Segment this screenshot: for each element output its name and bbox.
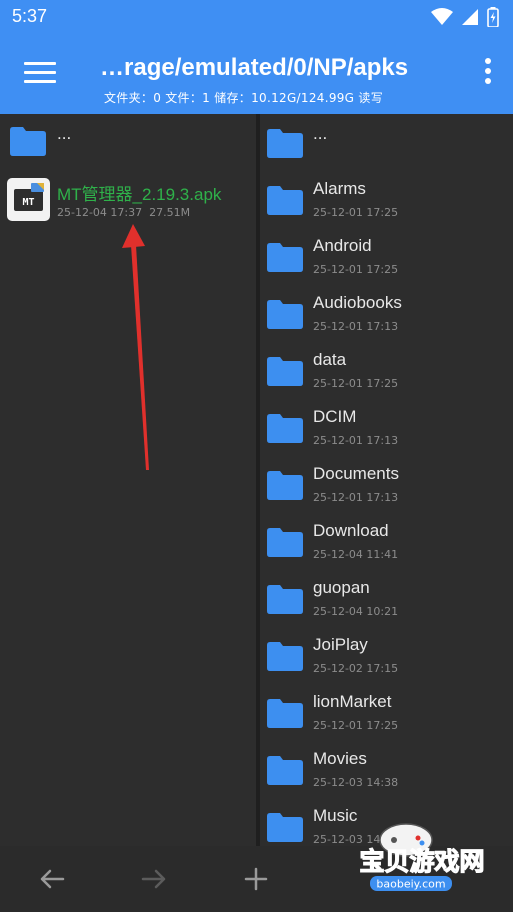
folder-date: 25-12-03 14:38 (313, 833, 399, 846)
folder-row[interactable]: lionMarket 25-12-01 17:25 (260, 684, 513, 741)
folder-date: 25-12-02 17:15 (313, 662, 399, 675)
folder-row[interactable]: Movies 25-12-03 14:38 (260, 741, 513, 798)
folder-name: Music (313, 806, 358, 825)
file-name: MT管理器_2.19.3.apk (57, 185, 222, 204)
file-meta: 25-12-04 17:37 27.51M (57, 206, 190, 219)
folder-row[interactable]: Android 25-12-01 17:25 (260, 228, 513, 285)
folder-name: JoiPlay (313, 635, 368, 654)
file-row[interactable]: MT MT管理器_2.19.3.apk 25-12-04 17:37 27.51… (0, 114, 256, 229)
folder-icon (267, 528, 303, 557)
status-bar: 5:37 (0, 0, 513, 36)
folder-date: 25-12-01 17:13 (313, 434, 399, 447)
folder-row[interactable]: Audiobooks 25-12-01 17:13 (260, 285, 513, 342)
menu-button[interactable] (24, 62, 56, 88)
folder-date: 25-12-03 14:38 (313, 776, 399, 789)
folder-row[interactable]: DCIM 25-12-01 17:13 (260, 399, 513, 456)
folder-date: 25-12-01 17:25 (313, 206, 399, 219)
bottom-toolbar (0, 846, 513, 912)
battery-charging-icon (487, 7, 499, 27)
hamburger-menu-icon (24, 62, 56, 65)
folder-name: Android (313, 236, 372, 255)
parent-directory-label: ... (313, 124, 328, 143)
folder-date: 25-12-04 11:41 (313, 548, 399, 561)
status-time: 5:37 (12, 6, 48, 26)
folder-icon (267, 642, 303, 671)
more-vert-icon (485, 58, 491, 64)
add-icon[interactable] (241, 864, 271, 894)
folder-name: lionMarket (313, 692, 392, 711)
app-bar: …rage/emulated/0/NP/apks 文件夹：0 文件：1 储存：1… (0, 36, 513, 114)
folder-name: data (313, 350, 347, 369)
wifi-icon (431, 8, 453, 25)
mt-app-icon: MT (7, 178, 50, 221)
more-options-button[interactable] (483, 58, 493, 92)
folder-icon (267, 585, 303, 614)
folder-name: guopan (313, 578, 370, 597)
folder-row[interactable]: Download 25-12-04 11:41 (260, 513, 513, 570)
parent-directory-row[interactable]: ... (260, 114, 513, 171)
folder-icon (267, 243, 303, 272)
path-title[interactable]: …rage/emulated/0/NP/apks (100, 54, 460, 82)
folder-date: 25-12-04 10:21 (313, 605, 399, 618)
folder-date: 25-12-01 17:25 (313, 377, 399, 390)
folder-row[interactable]: JoiPlay 25-12-02 17:15 (260, 627, 513, 684)
forward-arrow-icon[interactable] (139, 864, 169, 894)
folder-row[interactable]: Music 25-12-03 14:38 (260, 798, 513, 846)
status-icons (431, 7, 499, 27)
folder-date: 25-12-01 17:25 (313, 263, 399, 276)
folder-row[interactable]: Documents 25-12-01 17:13 (260, 456, 513, 513)
folder-row[interactable]: Alarms 25-12-01 17:25 (260, 171, 513, 228)
folder-date: 25-12-01 17:13 (313, 320, 399, 333)
folder-icon (267, 471, 303, 500)
back-arrow-icon[interactable] (37, 864, 67, 894)
folder-icon (267, 756, 303, 785)
folder-icon (267, 414, 303, 443)
folder-icon (267, 300, 303, 329)
folder-date: 25-12-01 17:25 (313, 719, 399, 732)
folder-name: Alarms (313, 179, 366, 198)
folder-name: Download (313, 521, 389, 540)
folder-icon (267, 357, 303, 386)
svg-text:MT: MT (22, 197, 34, 208)
folder-date: 25-12-01 17:13 (313, 491, 399, 504)
folder-row[interactable]: guopan 25-12-04 10:21 (260, 570, 513, 627)
file-date: 25-12-04 17:37 (57, 206, 143, 219)
file-size: 27.51M (149, 206, 191, 219)
folder-icon (267, 699, 303, 728)
storage-summary: 文件夹：0 文件：1 储存：10.12G/124.99G 读写 (104, 91, 383, 105)
folder-name: DCIM (313, 407, 357, 426)
folder-icon (267, 129, 303, 158)
folder-name: Documents (313, 464, 399, 483)
folder-name: Audiobooks (313, 293, 402, 312)
folder-icon (267, 813, 303, 842)
right-file-pane[interactable]: ... Alarms 25-12-01 17:25 Android 25-12-01 … (260, 114, 513, 846)
left-file-pane[interactable]: ... MT MT管理器_2.19.3.apk 25-12-04 17:37 2… (0, 114, 256, 846)
folder-name: Movies (313, 749, 367, 768)
folder-row[interactable]: data 25-12-01 17:25 (260, 342, 513, 399)
folder-icon (267, 186, 303, 215)
folder-list: Alarms 25-12-01 17:25 Android 25-12-01 17:2… (260, 171, 513, 846)
signal-icon (462, 9, 478, 25)
